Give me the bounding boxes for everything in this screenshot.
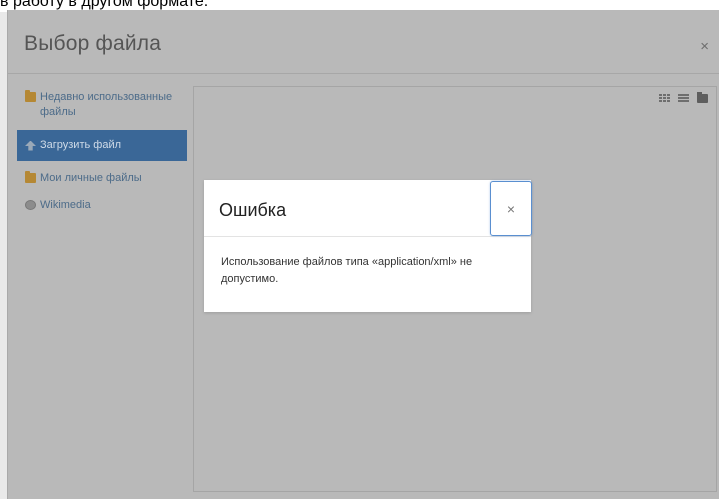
sidebar-item-label: Недавно использованные файлы	[40, 91, 173, 118]
error-modal-header: Ошибка ×	[204, 180, 532, 237]
error-modal-close-button[interactable]: ×	[490, 181, 532, 236]
file-picker-close-button[interactable]: ×	[700, 39, 709, 54]
file-picker-header: Выбор файла ×	[8, 10, 719, 74]
sidebar-item-private-files[interactable]: Мои личные файлы	[17, 165, 187, 192]
list-view-icon[interactable]	[678, 94, 689, 103]
error-modal: Ошибка × Использование файлов типа «appl…	[204, 180, 532, 312]
upload-icon	[25, 140, 36, 151]
sidebar-item-wikimedia[interactable]: Wikimedia	[17, 192, 187, 219]
view-switcher	[659, 92, 708, 103]
folder-icon	[25, 90, 36, 102]
grid-view-icon[interactable]	[659, 94, 670, 103]
sidebar-item-label: Wikimedia	[40, 199, 91, 211]
error-modal-message: Использование файлов типа «application/x…	[221, 256, 473, 285]
file-picker-sidebar: Недавно использованные файлы Загрузить ф…	[17, 84, 187, 219]
sidebar-item-recent-files[interactable]: Недавно использованные файлы	[17, 84, 187, 126]
sidebar-item-upload-file[interactable]: Загрузить файл	[17, 130, 187, 161]
file-picker-title: Выбор файла	[24, 32, 162, 55]
sidebar-item-label: Мои личные файлы	[40, 172, 142, 184]
folder-view-icon[interactable]	[697, 92, 708, 103]
error-modal-title: Ошибка	[219, 200, 287, 220]
globe-icon	[25, 200, 36, 210]
page: в работу в другом формате. Выбор файла ×…	[0, 0, 719, 499]
close-icon: ×	[506, 200, 516, 217]
sidebar-item-label: Загрузить файл	[40, 139, 122, 151]
folder-icon	[25, 171, 36, 183]
